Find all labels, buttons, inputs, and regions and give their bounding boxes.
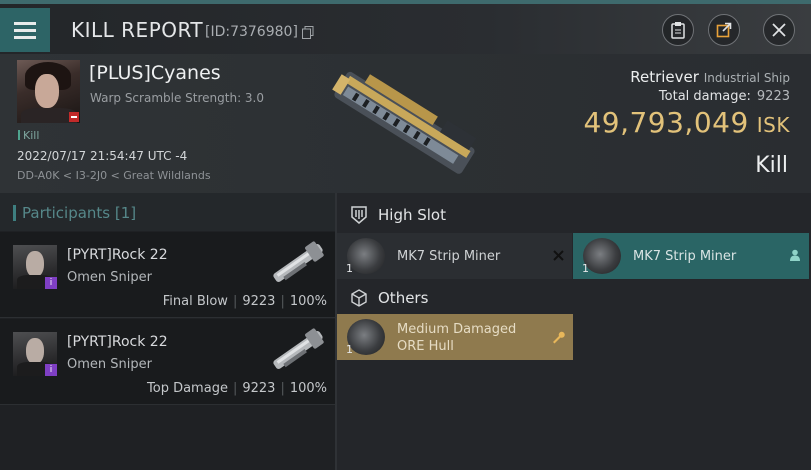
weapon-icon xyxy=(273,328,324,369)
kill-datetime: 2022/07/17 21:54:47 UTC -4 xyxy=(17,149,188,163)
weapon-icon xyxy=(273,241,324,282)
others-header: Others xyxy=(349,288,428,308)
warp-scramble-strength: Warp Scramble Strength: 3.0 xyxy=(90,91,265,105)
ship-type[interactable]: Retriever Industrial Ship xyxy=(630,68,790,86)
report-id: [ID:7376980] xyxy=(205,24,298,40)
attacker-name[interactable]: [PYRT]Rock 22 xyxy=(67,247,168,263)
attacker-stats: Top Damage | 9223 | 100% xyxy=(147,381,327,396)
corp-info-badge: i xyxy=(45,277,57,289)
attacker-stats: Final Blow | 9223 | 100% xyxy=(162,294,327,309)
attacker-row[interactable]: i [PYRT]Rock 22 Omen Sniper Top Damage | 9… xyxy=(0,319,335,405)
wrench-icon xyxy=(553,331,565,344)
attacker-ship: Omen Sniper xyxy=(67,357,152,372)
dropped-person-icon xyxy=(790,249,800,261)
module-name: MK7 Strip Miner xyxy=(397,249,501,264)
page-title: KILL REPORT xyxy=(71,18,204,42)
participants-panel: Participants [1] i [PYRT]Rock 22 Omen Sn… xyxy=(0,193,335,470)
high-slot-icon xyxy=(351,206,367,224)
module-item-other[interactable]: 1 Medium Damaged ORE Hull xyxy=(337,314,573,360)
standing-negative-icon xyxy=(69,112,79,122)
copy-icon[interactable] xyxy=(302,26,314,39)
modules-panel: High Slot 1 MK7 Strip Miner 1 MK7 Strip … xyxy=(337,193,811,470)
module-name: MK7 Strip Miner xyxy=(633,249,737,264)
cube-icon xyxy=(351,289,367,307)
module-item-dropped[interactable]: 1 MK7 Strip Miner xyxy=(573,233,809,279)
window-header: KILL REPORT [ID:7376980] xyxy=(0,4,811,54)
module-item-destroyed[interactable]: 1 MK7 Strip Miner xyxy=(337,233,572,279)
corp-info-badge: i xyxy=(45,364,57,376)
attacker-ship: Omen Sniper xyxy=(67,270,152,285)
ship-render-image[interactable] xyxy=(320,60,490,185)
attacker-row[interactable]: i [PYRT]Rock 22 Omen Sniper Final Blow | 9… xyxy=(0,232,335,318)
destroyed-x-icon xyxy=(553,250,564,261)
participants-header[interactable]: Participants [1] xyxy=(0,193,335,231)
isk-value: 49,793,049 ISK xyxy=(583,106,790,139)
external-link-icon[interactable] xyxy=(708,14,740,46)
total-damage: Total damage: 9223 xyxy=(658,89,790,104)
module-quantity: 1 xyxy=(346,262,353,275)
kill-location[interactable]: DD-A0K < I3-2J0 < Great Wildlands xyxy=(17,169,211,182)
attacker-name[interactable]: [PYRT]Rock 22 xyxy=(67,334,168,350)
module-quantity: 1 xyxy=(346,343,353,356)
hamburger-menu-icon[interactable] xyxy=(0,8,50,52)
victim-name[interactable]: [PLUS]Cyanes xyxy=(89,62,221,84)
victim-panel: [PLUS]Cyanes Warp Scramble Strength: 3.0… xyxy=(0,54,811,193)
result-label: Kill xyxy=(755,153,788,178)
clipboard-icon[interactable] xyxy=(662,14,694,46)
close-icon[interactable] xyxy=(763,14,795,46)
high-slot-header: High Slot xyxy=(349,205,446,225)
module-quantity: 1 xyxy=(582,262,589,275)
kill-tag: Kill xyxy=(18,129,39,142)
module-name: Medium Damaged ORE Hull xyxy=(397,322,517,354)
